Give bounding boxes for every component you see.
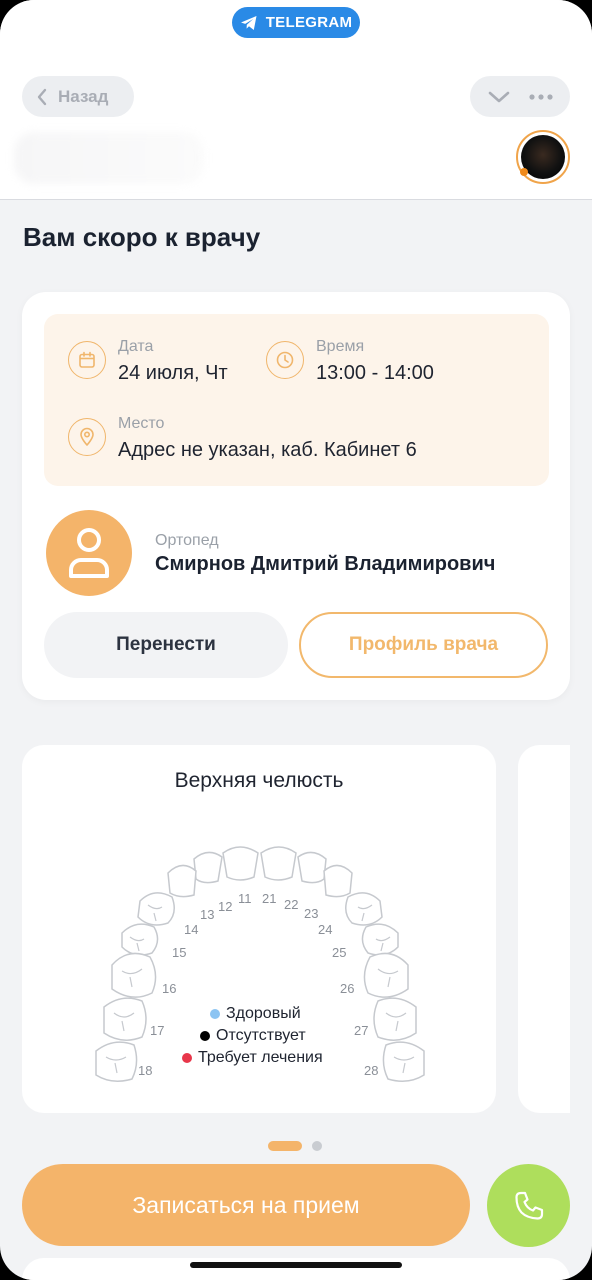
tooth-21: [260, 846, 297, 881]
tooth-18: [95, 1041, 138, 1082]
calendar-icon: [68, 341, 106, 379]
date-info: Дата 24 июля, Чт: [68, 338, 228, 385]
tooth-number: 22: [284, 897, 298, 912]
legend-dot: [210, 1009, 220, 1019]
time-info: Время 13:00 - 14:00: [266, 338, 434, 385]
legend-label: Здоровый: [226, 1005, 301, 1022]
tooth-23: [323, 864, 353, 898]
tooth-number: 17: [150, 1023, 164, 1038]
telegram-badge-label: TELEGRAM: [265, 14, 353, 31]
telegram-icon: [240, 15, 257, 30]
doctor-name: Смирнов Дмитрий Владимирович: [155, 553, 496, 575]
book-appointment-button[interactable]: Записаться на прием: [22, 1164, 470, 1246]
tooth-16: [111, 952, 157, 998]
tooth-number: 16: [162, 981, 176, 996]
tooth-28: [382, 1041, 425, 1082]
legend-dot: [200, 1031, 210, 1041]
back-button-label: Назад: [58, 86, 109, 106]
header-actions: [470, 76, 570, 117]
legend-label: Требует лечения: [198, 1049, 323, 1066]
tooth-number: 21: [262, 891, 276, 906]
upper-jaw-card: Верхняя челюсть 11 12 13 14 15 16 17 18 …: [22, 745, 496, 1113]
tooth-number: 23: [304, 906, 318, 921]
time-label: Время: [316, 338, 365, 355]
tooth-number: 24: [318, 922, 332, 937]
call-button[interactable]: [487, 1164, 570, 1247]
page-title: Вам скоро к врачу: [23, 222, 261, 252]
more-icon[interactable]: [528, 93, 553, 100]
telegram-header: TELEGRAM Назад: [0, 0, 592, 200]
legend-item: Отсутствует: [182, 1025, 323, 1047]
app-screen: TELEGRAM Назад Вам скоро к врачу Дата 24…: [0, 0, 592, 1280]
chevron-left-icon: [37, 88, 47, 105]
legend-item: Здоровый: [182, 1003, 323, 1025]
place-label: Место: [118, 415, 165, 432]
legend-item: Требует лечения: [182, 1047, 323, 1069]
lower-jaw-card-preview[interactable]: [518, 745, 570, 1113]
doctor-avatar: [46, 510, 132, 596]
date-label: Дата: [118, 338, 154, 355]
place-value: Адрес не указан, каб. Кабинет 6: [118, 439, 417, 461]
tooth-number: 15: [172, 945, 186, 960]
tooth-number: 13: [200, 907, 214, 922]
tooth-15: [121, 923, 159, 956]
legend-dot: [182, 1053, 192, 1063]
date-value: 24 июля, Чт: [118, 362, 228, 384]
bot-avatar[interactable]: [516, 130, 570, 184]
place-info: Место Адрес не указан, каб. Кабинет 6: [68, 415, 417, 462]
time-value: 13:00 - 14:00: [316, 362, 434, 384]
carousel-pagination: [268, 1141, 322, 1151]
tooth-number: 28: [364, 1063, 378, 1078]
legend-label: Отсутствует: [216, 1027, 306, 1044]
tooth-number: 27: [354, 1023, 368, 1038]
pagination-dot-active[interactable]: [268, 1141, 302, 1151]
back-button[interactable]: Назад: [22, 76, 134, 117]
home-indicator: [190, 1262, 402, 1268]
pagination-dot[interactable]: [312, 1141, 322, 1151]
appointment-card: Дата 24 июля, Чт Время 13:00 - 14:00 Мес…: [22, 292, 570, 700]
tooth-number: 26: [340, 981, 354, 996]
tooth-number: 14: [184, 922, 198, 937]
tooth-number: 11: [238, 891, 252, 906]
jaw-carousel[interactable]: Верхняя челюсть 11 12 13 14 15 16 17 18 …: [22, 745, 570, 1125]
tooth-22: [297, 851, 327, 884]
online-indicator: [520, 168, 528, 176]
tooth-12: [193, 851, 223, 884]
location-pin-icon: [68, 418, 106, 456]
user-icon: [69, 528, 109, 578]
reschedule-button[interactable]: Перенести: [44, 612, 288, 678]
jaw-title: Верхняя челюсть: [174, 769, 344, 792]
blurred-bot-title: [14, 132, 204, 184]
tooth-13: [167, 864, 197, 898]
doctor-specialty: Ортопед: [155, 532, 219, 549]
doctor-profile-button[interactable]: Профиль врача: [299, 612, 548, 678]
tooth-number: 18: [138, 1063, 152, 1078]
appointment-info: Дата 24 июля, Чт Время 13:00 - 14:00 Мес…: [44, 314, 549, 486]
tooth-number: 25: [332, 945, 346, 960]
tooth-27: [373, 997, 417, 1041]
tooth-11: [222, 846, 259, 881]
tooth-status-legend: Здоровый Отсутствует Требует лечения: [182, 1003, 323, 1069]
tooth-25: [361, 923, 399, 956]
tooth-26: [363, 952, 409, 998]
clock-icon: [266, 341, 304, 379]
tooth-number: 12: [218, 899, 232, 914]
telegram-badge: TELEGRAM: [232, 7, 360, 38]
phone-icon: [514, 1191, 543, 1220]
chevron-down-icon[interactable]: [488, 90, 510, 104]
tooth-17: [103, 997, 147, 1041]
